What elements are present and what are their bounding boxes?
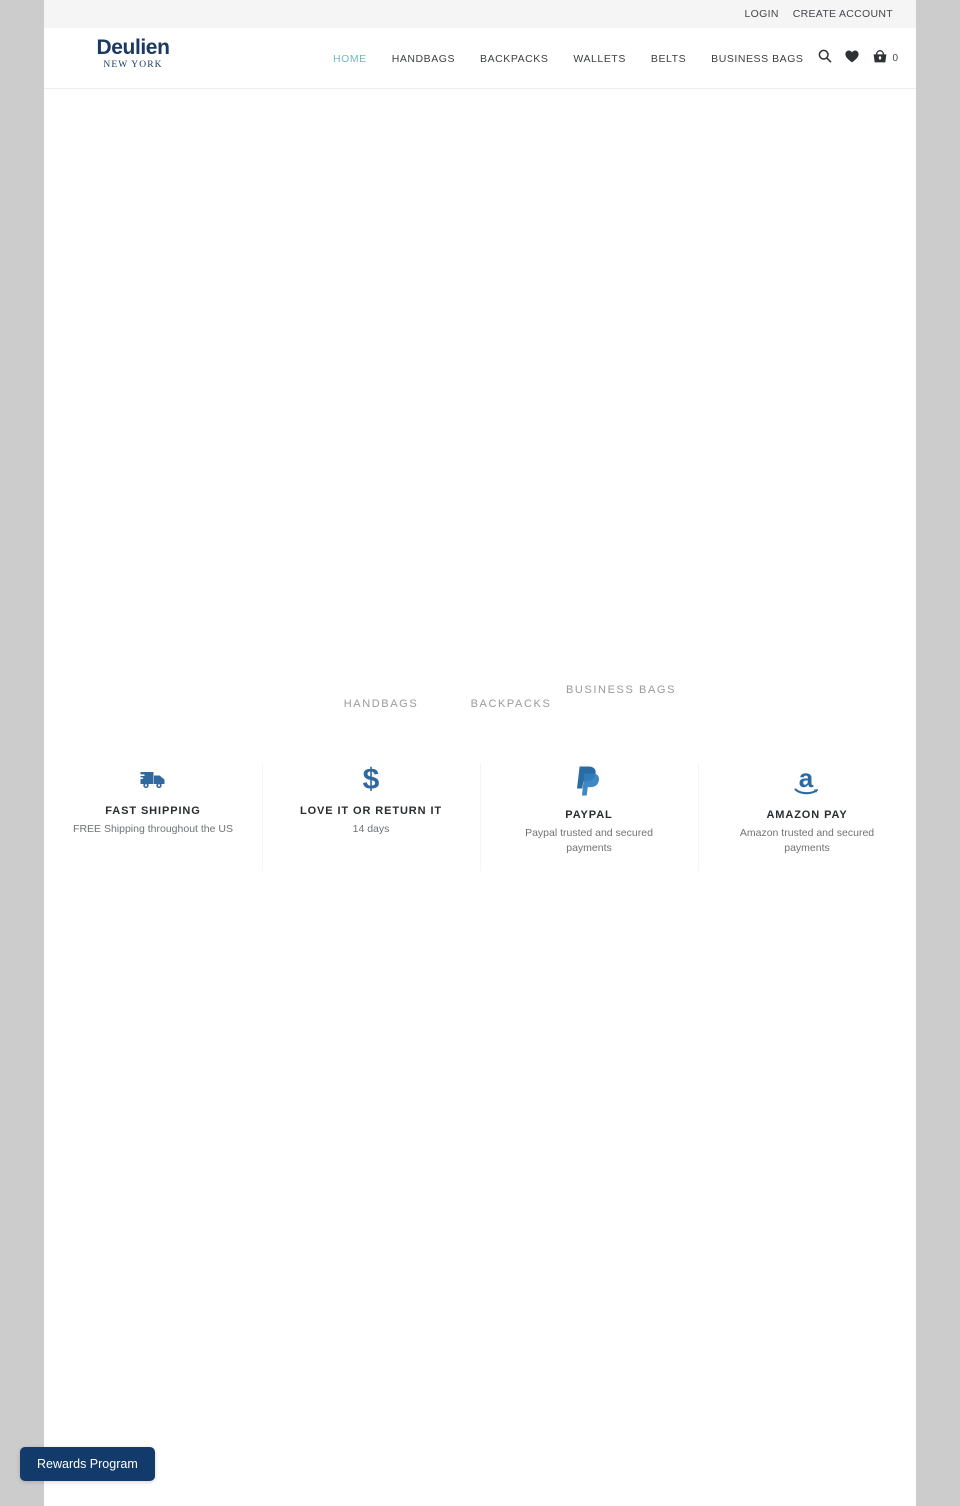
utility-bar: LOGIN CREATE ACCOUNT xyxy=(44,0,916,28)
feature-description: Paypal trusted and secured payments xyxy=(525,827,653,854)
features-row: FAST SHIPPING FREE Shipping throughout t… xyxy=(44,757,916,877)
feature-amazon-pay: a AMAZON PAY Amazon trusted and secured … xyxy=(698,757,916,877)
hero-slideshow[interactable] xyxy=(44,89,916,661)
heart-icon xyxy=(845,50,860,68)
site-content: LOGIN CREATE ACCOUNT Deulien NEW YORK HO… xyxy=(44,0,916,1506)
feature-description: 14 days xyxy=(352,823,390,835)
feature-returns: $ LOVE IT OR RETURN IT 14 days xyxy=(262,757,480,877)
nav-item-home[interactable]: HOME xyxy=(333,53,367,65)
login-link[interactable]: LOGIN xyxy=(745,8,779,20)
feature-title: AMAZON PAY xyxy=(766,809,848,821)
cart-count-badge: 0 xyxy=(892,53,898,64)
site-header: Deulien NEW YORK HOME HANDBAGS BACKPACKS… xyxy=(44,28,916,89)
feature-title: FAST SHIPPING xyxy=(105,805,201,817)
feature-fast-shipping: FAST SHIPPING FREE Shipping throughout t… xyxy=(44,757,262,877)
nav-item-backpacks[interactable]: BACKPACKS xyxy=(480,53,548,65)
cart-button[interactable]: 0 xyxy=(872,49,898,69)
brand-tagline: NEW YORK xyxy=(103,60,163,71)
search-button[interactable] xyxy=(818,49,832,68)
feature-title: PAYPAL xyxy=(565,809,613,821)
dollar-sign-icon: $ xyxy=(286,757,456,801)
wishlist-button[interactable] xyxy=(845,50,860,68)
browser-page: LOGIN CREATE ACCOUNT Deulien NEW YORK HO… xyxy=(0,0,960,1506)
brand-name: Deulien xyxy=(96,36,170,59)
delivery-truck-icon xyxy=(68,757,238,801)
main-navigation: HOME HANDBAGS BACKPACKS WALLETS BELTS BU… xyxy=(333,28,804,89)
search-icon xyxy=(818,49,832,68)
amazon-pay-icon: a xyxy=(722,757,892,805)
category-strip: HANDBAGS BACKPACKS BUSINESS BAGS xyxy=(44,661,916,747)
category-link-backpacks[interactable]: BACKPACKS xyxy=(421,697,601,711)
feature-title: LOVE IT OR RETURN IT xyxy=(299,805,443,817)
nav-item-belts[interactable]: BELTS xyxy=(651,53,686,65)
paypal-icon xyxy=(504,757,674,805)
category-link-business-bags[interactable]: BUSINESS BAGS xyxy=(531,683,711,697)
feature-paypal: PAYPAL Paypal trusted and secured paymen… xyxy=(480,757,698,877)
nav-item-wallets[interactable]: WALLETS xyxy=(573,53,625,65)
feature-description: FREE Shipping throughout the US xyxy=(73,823,233,835)
svg-text:a: a xyxy=(799,765,814,793)
nav-item-business-bags[interactable]: BUSINESS BAGS xyxy=(711,53,803,65)
feature-description: Amazon trusted and secured payments xyxy=(739,827,875,854)
shopping-bag-icon xyxy=(872,49,888,69)
rewards-program-button[interactable]: Rewards Program xyxy=(20,1447,155,1481)
header-tools: 0 xyxy=(818,28,898,89)
svg-text:$: $ xyxy=(363,764,380,794)
create-account-link[interactable]: CREATE ACCOUNT xyxy=(793,8,893,20)
nav-item-handbags[interactable]: HANDBAGS xyxy=(392,53,455,65)
page-body-blank xyxy=(44,877,916,1497)
brand-logo[interactable]: Deulien NEW YORK xyxy=(73,36,193,71)
